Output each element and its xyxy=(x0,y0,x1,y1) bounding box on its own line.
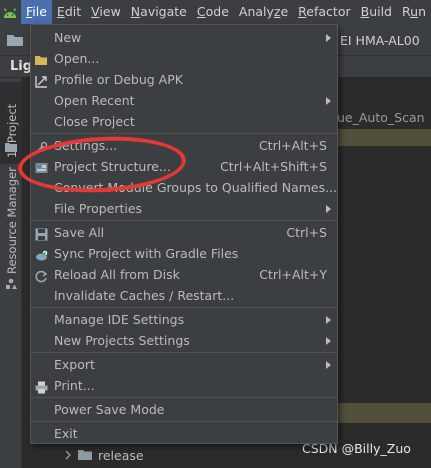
menu-separator xyxy=(31,397,337,398)
menu-separator xyxy=(31,307,337,308)
submenu-arrow-icon xyxy=(326,97,331,105)
menu-file-post: ile xyxy=(32,4,47,19)
menu-analyze[interactable]: Analyze xyxy=(234,0,293,24)
menu-item-print[interactable]: Print... xyxy=(31,375,337,396)
menu-item-shortcut: Ctrl+S xyxy=(286,225,327,240)
menu-item-label: Power Save Mode xyxy=(54,402,165,417)
menu-item-shortcut: Ctrl+Alt+Y xyxy=(259,267,327,282)
open-folder-icon[interactable] xyxy=(6,33,24,47)
menu-item-exit[interactable]: Exit xyxy=(31,423,337,444)
save-icon xyxy=(35,226,48,241)
menu-item-label: Save All xyxy=(54,225,105,240)
menu-run-post: n xyxy=(418,4,426,19)
chevron-right-icon xyxy=(64,448,72,463)
reload-icon xyxy=(35,268,48,283)
highlighted-row xyxy=(338,129,431,146)
menu-item-label: Profile or Debug APK xyxy=(54,72,183,87)
editor-tab-label[interactable]: ue_Auto_Scan xyxy=(337,110,425,125)
menu-item-save-all[interactable]: Save All Ctrl+S xyxy=(31,222,337,243)
menu-refactor-post: efactor xyxy=(306,4,351,19)
menu-navigate-post: avigate xyxy=(140,4,187,19)
menu-run-pre: R xyxy=(402,4,411,19)
submenu-arrow-icon xyxy=(326,316,331,324)
menu-item-shortcut: Ctrl+Alt+Shift+S xyxy=(220,159,327,174)
menu-item-power-save-mode[interactable]: Power Save Mode xyxy=(31,399,337,420)
menu-run[interactable]: Run xyxy=(397,0,431,24)
menu-edit-mnemonic: E xyxy=(56,4,65,19)
printer-icon xyxy=(35,379,48,394)
menu-code-mnemonic: C xyxy=(196,4,206,19)
menu-edit-post: dit xyxy=(64,4,82,19)
device-selector[interactable]: EI HMA-AL00 xyxy=(338,30,431,52)
submenu-arrow-icon xyxy=(326,361,331,369)
resource-manager-icon xyxy=(5,278,17,293)
menu-view-post: iew xyxy=(99,4,121,19)
resource-manager-tab[interactable]: Resource Manager xyxy=(0,167,22,284)
submenu-arrow-icon xyxy=(326,337,331,345)
menu-analyze-pre: Analy xyxy=(238,4,274,19)
menu-item-label: Invalidate Caches / Restart... xyxy=(54,288,235,303)
menu-item-invalidate-caches[interactable]: Invalidate Caches / Restart... xyxy=(31,285,337,306)
menu-build-post: uild xyxy=(369,4,392,19)
menu-item-label: Export xyxy=(54,357,95,372)
project-name-label: Lig xyxy=(10,59,33,74)
menu-item-new[interactable]: New xyxy=(31,27,337,48)
menu-item-close-project[interactable]: Close Project xyxy=(31,111,337,132)
menu-item-open[interactable]: Open... xyxy=(31,48,337,69)
profile-apk-icon xyxy=(35,73,48,88)
menu-code[interactable]: Code xyxy=(192,0,234,24)
menu-navigate-mnemonic: N xyxy=(130,4,141,19)
menu-item-new-projects-settings[interactable]: New Projects Settings xyxy=(31,330,337,351)
menu-separator xyxy=(31,352,337,353)
file-menu-dropdown: New Open... Profile or Debug APK Open Re… xyxy=(30,24,338,444)
menu-item-profile-debug-apk[interactable]: Profile or Debug APK xyxy=(31,69,337,90)
menu-item-label: Close Project xyxy=(54,114,135,129)
resource-manager-label: Resource Manager xyxy=(5,167,19,274)
menu-item-manage-ide-settings[interactable]: Manage IDE Settings xyxy=(31,309,337,330)
menu-separator xyxy=(31,133,337,134)
menu-item-label: Open... xyxy=(54,51,100,66)
menu-item-label: Print... xyxy=(54,378,95,393)
menu-item-file-properties[interactable]: File Properties xyxy=(31,198,337,219)
menu-separator xyxy=(31,421,337,422)
menu-item-shortcut: Ctrl+Alt+S xyxy=(258,138,327,153)
menu-item-label: Exit xyxy=(54,426,78,441)
menu-item-reload-from-disk[interactable]: Reload All from Disk Ctrl+Alt+Y xyxy=(31,264,337,285)
highlighted-row xyxy=(338,403,431,423)
submenu-arrow-icon xyxy=(326,34,331,42)
tree-item-label: release xyxy=(98,448,144,463)
menu-file[interactable]: File xyxy=(20,0,52,24)
open-folder-icon xyxy=(35,52,48,65)
menu-item-label: Open Recent xyxy=(54,93,135,108)
menu-view[interactable]: View xyxy=(86,0,126,24)
menu-item-export[interactable]: Export xyxy=(31,354,337,375)
menu-separator xyxy=(31,220,337,221)
menu-item-label: New Projects Settings xyxy=(54,333,190,348)
menu-refactor[interactable]: Refactor xyxy=(293,0,355,24)
menu-item-open-recent[interactable]: Open Recent xyxy=(31,90,337,111)
submenu-arrow-icon xyxy=(326,205,331,213)
menu-item-label: File Properties xyxy=(54,201,143,216)
menu-analyze-post: e xyxy=(280,4,289,19)
menu-run-mnemonic: u xyxy=(410,4,419,19)
menu-item-label: Sync Project with Gradle Files xyxy=(54,246,239,261)
menu-item-label: Manage IDE Settings xyxy=(54,312,185,327)
menu-build-mnemonic: B xyxy=(360,4,370,19)
project-folder-icon xyxy=(5,140,17,155)
menu-item-label: Reload All from Disk xyxy=(54,267,180,282)
tree-item-release[interactable]: release xyxy=(64,448,144,463)
menu-item-label: New xyxy=(54,30,82,45)
menu-navigate[interactable]: Navigate xyxy=(126,0,192,24)
menu-edit[interactable]: Edit xyxy=(52,0,86,24)
menu-item-sync-gradle[interactable]: Sync Project with Gradle Files xyxy=(31,243,337,264)
android-icon xyxy=(0,0,21,24)
main-menu-bar: File Edit View Navigate Code Analyze Ref… xyxy=(0,0,431,24)
folder-icon xyxy=(78,448,92,463)
menu-code-post: ode xyxy=(205,4,229,19)
menu-build[interactable]: Build xyxy=(356,0,397,24)
gradle-sync-icon xyxy=(35,247,48,261)
